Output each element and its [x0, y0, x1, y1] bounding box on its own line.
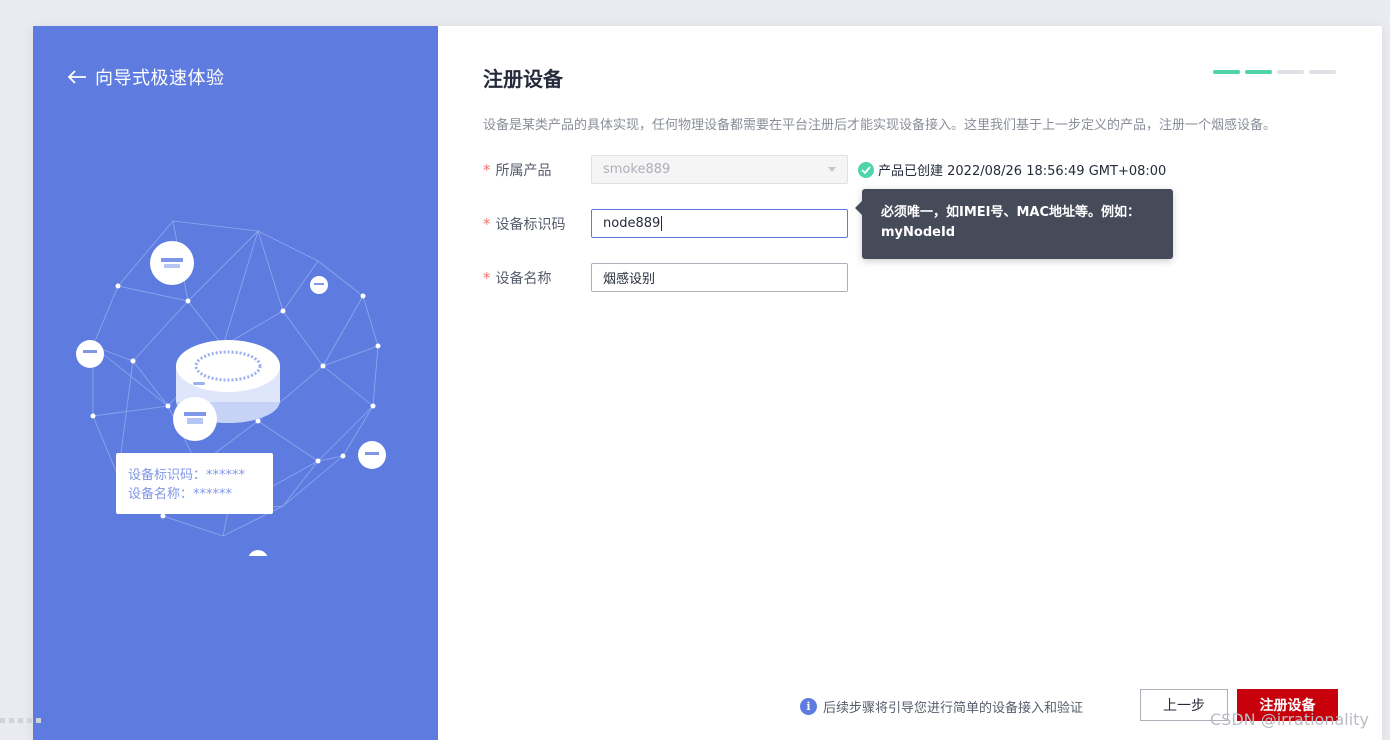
device-name-input[interactable]: 烟感设别: [591, 263, 848, 292]
background-dots: [0, 718, 41, 723]
main-panel: 注册设备 设备是某类产品的具体实现，任何物理设备都需要在平台注册后才能实现设备接…: [438, 26, 1382, 740]
card-line-device-name: 设备名称：******: [128, 486, 233, 502]
product-select-value: smoke889: [603, 162, 671, 177]
back-link-label: 向导式极速体验: [95, 68, 225, 89]
product-created-status: 产品已创建 2022/08/26 18:56:49 GMT+08:00: [858, 160, 1166, 179]
required-mark: *: [483, 214, 491, 233]
wizard-side-panel: 向导式极速体验 设备标识码：****** 设备名称：******: [33, 26, 438, 740]
node-id-row: * 设备标识码 node889: [483, 209, 848, 238]
step-indicator: [1309, 70, 1336, 74]
product-select[interactable]: smoke889: [591, 155, 848, 184]
device-name-label: * 设备名称: [483, 268, 552, 287]
back-link[interactable]: 向导式极速体验: [67, 64, 225, 90]
required-mark: *: [483, 268, 491, 287]
arrow-left-icon: [67, 70, 86, 84]
card-line-node-id: 设备标识码：******: [128, 467, 246, 483]
product-row: * 所属产品 smoke889 产品已创建 2022/08/26 18:56:49…: [483, 155, 1166, 184]
required-mark: *: [483, 160, 491, 179]
product-label: * 所属产品: [483, 160, 552, 179]
node-id-input[interactable]: node889: [591, 209, 848, 238]
node-id-label: * 设备标识码: [483, 214, 566, 233]
footer-tip: i 后续步骤将引导您进行简单的设备接入和验证: [800, 697, 1083, 716]
info-icon: i: [800, 698, 817, 715]
device-name-row: * 设备名称 烟感设别: [483, 263, 848, 292]
footer-tip-text: 后续步骤将引导您进行简单的设备接入和验证: [823, 701, 1084, 716]
step-indicator: [1245, 70, 1272, 74]
node-id-tooltip: 必须唯一，如IMEI号、MAC地址等。例如：myNodeId: [855, 189, 1173, 259]
check-circle-icon: [858, 161, 874, 178]
page-description: 设备是某类产品的具体实现，任何物理设备都需要在平台注册后才能实现设备接入。这里我…: [483, 118, 1277, 133]
step-indicator: [1213, 70, 1240, 74]
register-device-dialog: 向导式极速体验 设备标识码：****** 设备名称：****** 注册设备 设备…: [33, 26, 1382, 740]
page-title: 注册设备: [483, 67, 563, 91]
device-network-illustration: 设备标识码：****** 设备名称：******: [76, 220, 386, 556]
step-indicator: [1277, 70, 1304, 74]
step-progress: [1213, 70, 1336, 74]
product-created-text: 产品已创建 2022/08/26 18:56:49 GMT+08:00: [878, 164, 1167, 179]
chevron-down-icon: [828, 167, 836, 172]
watermark: CSDN @irrationality: [1210, 710, 1369, 729]
